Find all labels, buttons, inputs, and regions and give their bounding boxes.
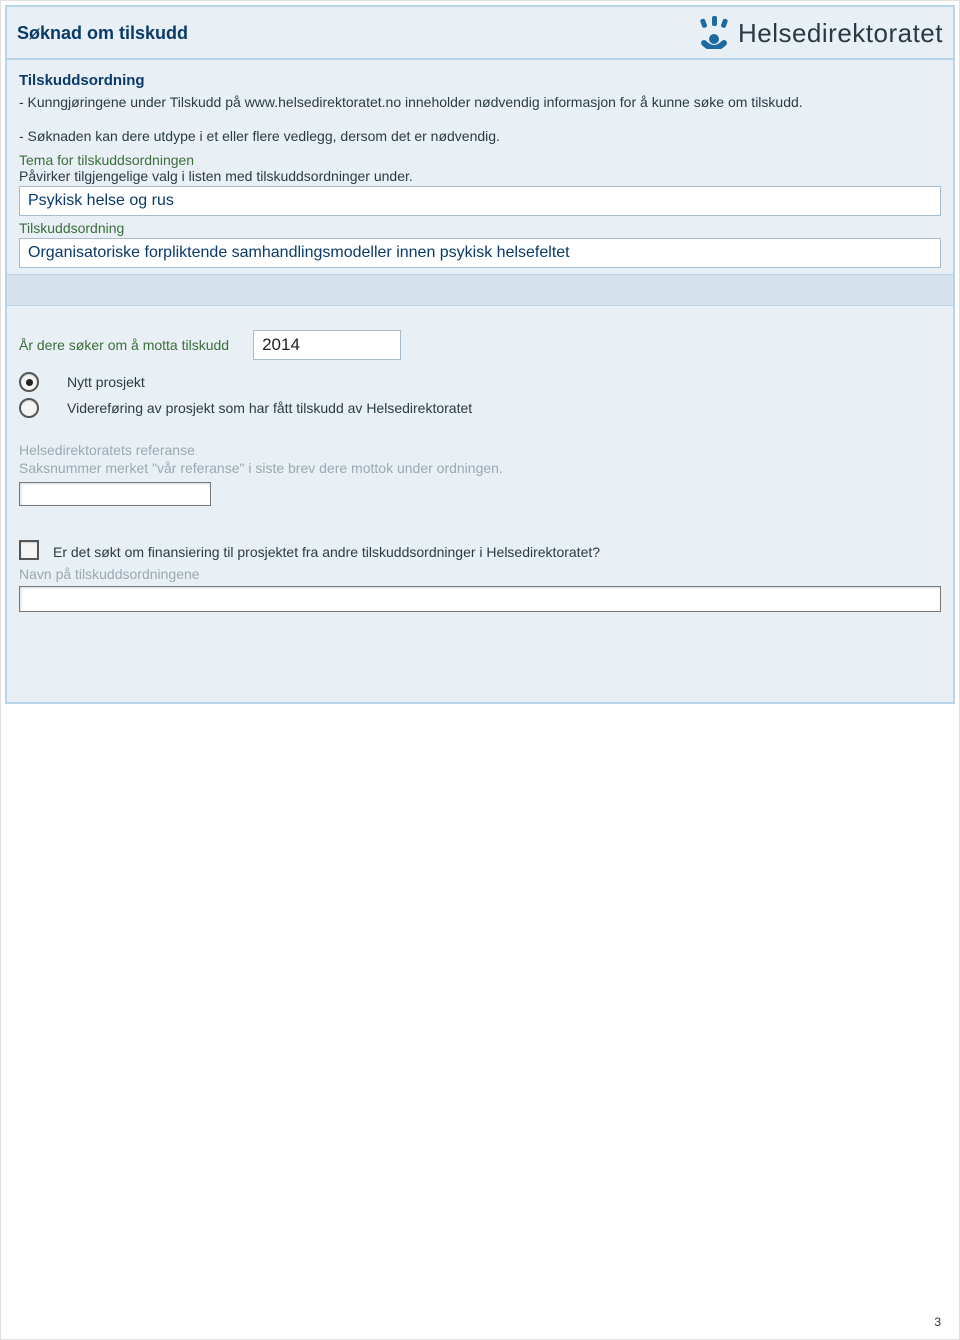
other-funding-checkbox[interactable] <box>19 540 39 560</box>
radio-new-project[interactable] <box>19 372 39 392</box>
info-text-2: - Søknaden kan dere utdype i et eller fl… <box>19 127 941 147</box>
form-header: Søknad om tilskudd Helsedirektoratet <box>7 7 953 60</box>
ordning-select[interactable]: Organisatoriske forpliktende samhandling… <box>19 238 941 268</box>
radio-new-project-label: Nytt prosjekt <box>67 374 145 390</box>
section-heading: Tilskuddsordning <box>19 72 941 89</box>
ordning-label: Tilskuddsordning <box>19 220 941 236</box>
reference-label: Helsedirektoratets referanse <box>19 442 941 458</box>
page-number: 3 <box>934 1315 941 1329</box>
tema-help: Påvirker tilgjengelige valg i listen med… <box>19 168 941 184</box>
form-title: Søknad om tilskudd <box>17 23 188 44</box>
reference-help: Saksnummer merket "vår referanse" i sist… <box>19 460 941 476</box>
brand-icon <box>696 15 732 52</box>
other-funding-names-label: Navn på tilskuddsordningene <box>19 566 941 582</box>
tema-select[interactable]: Psykisk helse og rus <box>19 186 941 216</box>
other-funding-question: Er det søkt om finansiering til prosjekt… <box>53 544 600 560</box>
year-input[interactable]: 2014 <box>253 330 401 360</box>
other-funding-names-input[interactable] <box>19 586 941 612</box>
section-divider <box>7 274 953 306</box>
radio-continuation-project[interactable] <box>19 398 39 418</box>
brand-logo: Helsedirektoratet <box>696 15 943 52</box>
radio-continuation-project-label: Videreføring av prosjekt som har fått ti… <box>67 400 472 416</box>
brand-name: Helsedirektoratet <box>738 18 943 49</box>
info-text-1: - Kunngjøringene under Tilskudd på www.h… <box>19 93 941 113</box>
reference-input[interactable] <box>19 482 211 506</box>
tema-label: Tema for tilskuddsordningen <box>19 152 941 168</box>
year-label: År dere søker om å motta tilskudd <box>19 337 229 353</box>
radio-selected-icon <box>26 379 33 386</box>
